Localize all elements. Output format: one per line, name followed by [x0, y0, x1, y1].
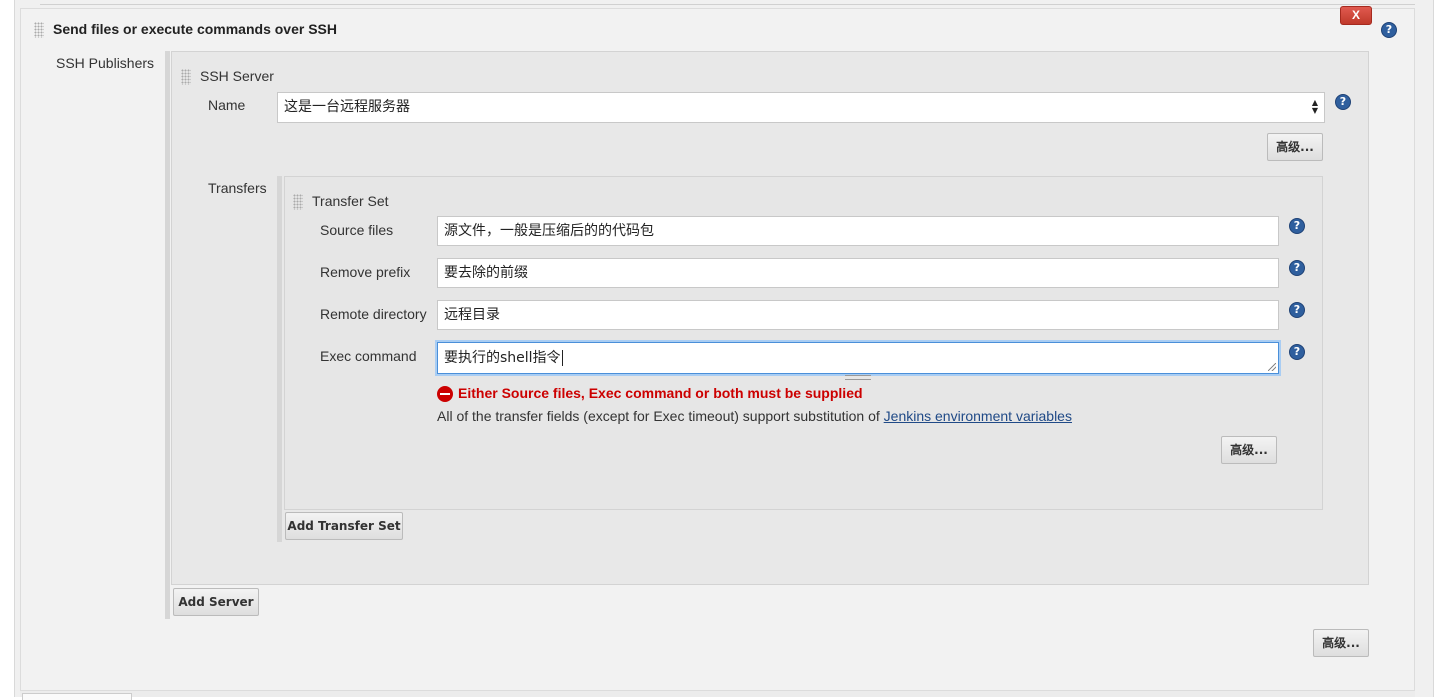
help-icon[interactable]: ? [1289, 302, 1305, 318]
error-message: Either Source files, Exec command or bot… [458, 385, 863, 401]
drag-handle-icon[interactable] [181, 69, 191, 85]
remove-prefix-input[interactable]: 要去除的前缀 [437, 258, 1279, 288]
drag-handle-icon[interactable] [293, 194, 303, 210]
section-footer [20, 691, 1415, 697]
remote-directory-input[interactable]: 远程目录 [437, 300, 1279, 330]
help-icon[interactable]: ? [1289, 344, 1305, 360]
ssh-server-title: SSH Server [200, 68, 274, 84]
exec-command-textarea[interactable]: 要执行的shell指令​ [437, 342, 1279, 374]
jenkins-env-vars-link[interactable]: Jenkins environment variables [884, 408, 1072, 424]
delete-section-button[interactable]: X [1340, 6, 1372, 25]
substitution-note: All of the transfer fields (except for E… [437, 408, 1072, 424]
resize-grip-icon[interactable] [1268, 363, 1276, 371]
name-label: Name [208, 97, 246, 113]
server-name-value: 这是一台远程服务器 [284, 99, 410, 115]
server-advanced-button[interactable]: 高级... [1267, 133, 1323, 161]
source-files-label: Source files [320, 222, 394, 238]
select-arrows-icon: ▲ ▼ [1311, 98, 1318, 115]
transfer-set-title: Transfer Set [312, 193, 389, 209]
remove-prefix-label: Remove prefix [320, 264, 411, 280]
transfer-advanced-button[interactable]: 高级... [1221, 436, 1277, 464]
drag-handle-icon[interactable] [34, 22, 44, 38]
text-cursor: ​ [561, 350, 563, 366]
help-icon[interactable]: ? [1381, 22, 1397, 38]
repeatable-border [277, 176, 282, 542]
remote-directory-label: Remote directory [320, 306, 427, 322]
divider [40, 4, 1415, 5]
textarea-expand-handle[interactable] [845, 375, 871, 380]
note-text: All of the transfer fields (except for E… [437, 408, 884, 424]
add-server-button[interactable]: Add Server [173, 588, 259, 616]
section-advanced-button[interactable]: 高级... [1313, 629, 1369, 657]
ssh-publishers-label: SSH Publishers [56, 55, 155, 71]
section-title: Send files or execute commands over SSH [53, 21, 337, 37]
help-icon[interactable]: ? [1335, 94, 1351, 110]
help-icon[interactable]: ? [1289, 260, 1305, 276]
server-name-select[interactable]: 这是一台远程服务器 ▲ ▼ [277, 92, 1325, 123]
repeatable-border [165, 51, 170, 619]
help-icon[interactable]: ? [1289, 218, 1305, 234]
error-icon [437, 386, 453, 402]
exec-command-value: 要执行的shell指令 [444, 350, 561, 366]
transfers-label: Transfers [208, 180, 267, 196]
add-transfer-set-button[interactable]: Add Transfer Set [285, 512, 403, 540]
source-files-input[interactable]: 源文件，一般是压缩后的的代码包 [437, 216, 1279, 246]
exec-command-label: Exec command [320, 348, 417, 364]
